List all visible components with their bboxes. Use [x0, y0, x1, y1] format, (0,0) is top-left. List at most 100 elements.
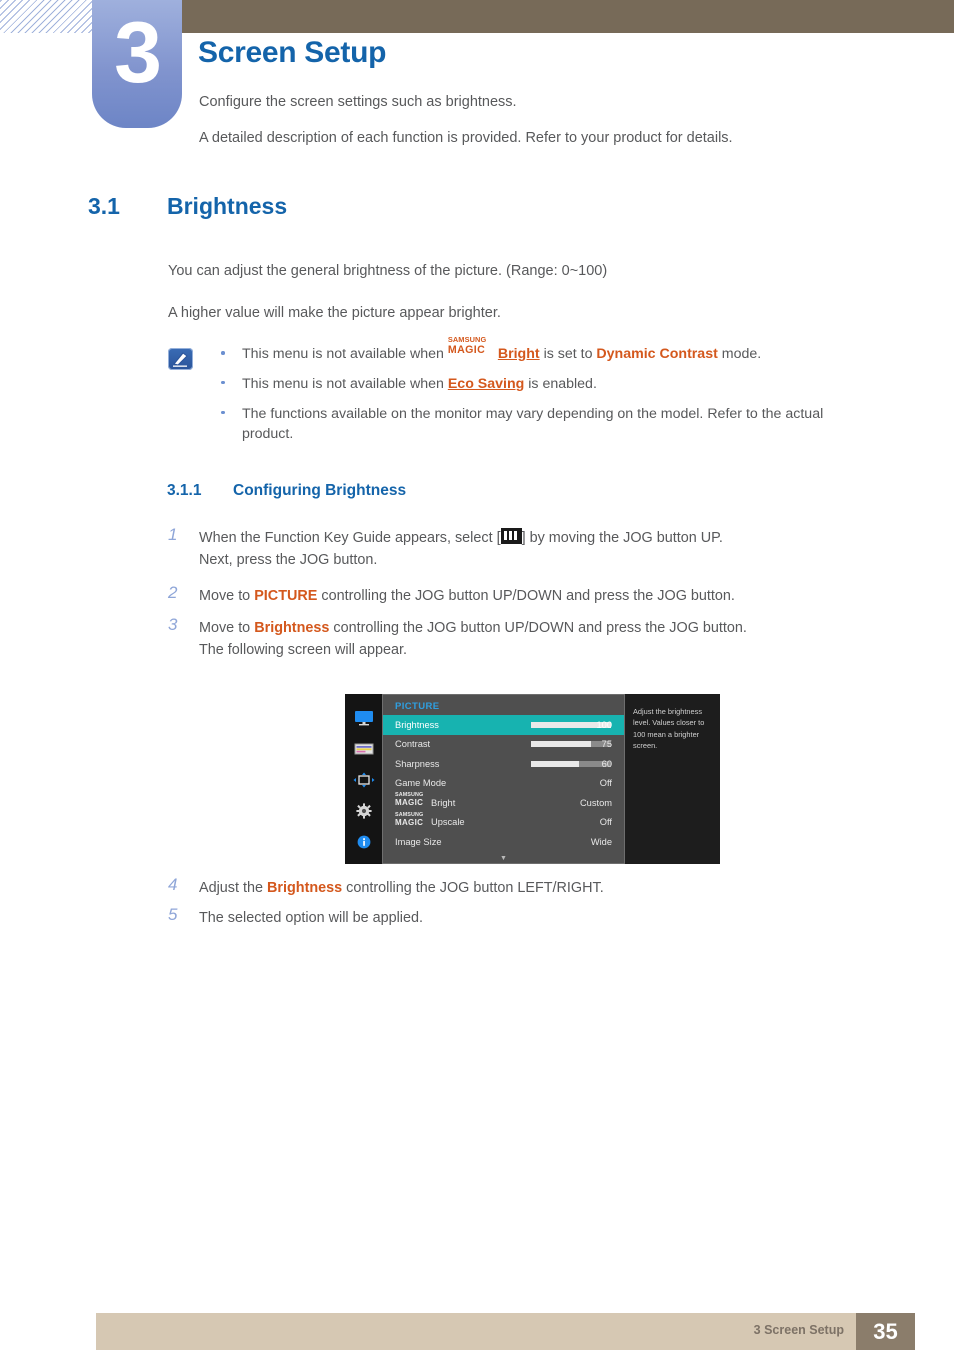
contrast-slider[interactable] — [531, 741, 611, 748]
osd-tooltip: Adjust the brightness level. Values clos… — [625, 694, 720, 864]
step-4-pre: Adjust the — [199, 880, 267, 896]
step-5-number: 5 — [168, 905, 178, 924]
osd-value: Off — [599, 778, 612, 789]
samsung-magic-logo: SAMSUNG MAGIC — [447, 335, 498, 358]
note-1-mid: is set to — [539, 346, 597, 363]
section-number: 3.1 — [88, 193, 120, 219]
footer-bar — [96, 1313, 856, 1350]
osd-label: Bright — [431, 797, 456, 808]
step-3-text: Move to Brightness controlling the JOG b… — [199, 618, 928, 662]
bullet-dot — [221, 380, 225, 385]
osd-label: Brightness — [395, 719, 439, 730]
osd-row-sharpness[interactable]: Sharpness 60 — [383, 754, 624, 774]
note-bullet-2: This menu is not available when Eco Savi… — [210, 374, 860, 395]
highlight-picture: PICTURE — [254, 588, 318, 604]
step-5: 5 The selected option will be applied. — [168, 905, 928, 930]
step-4: 4 Adjust the Brightness controlling the … — [168, 875, 928, 900]
bullet-dot — [221, 410, 225, 415]
note-pen-icon — [168, 348, 193, 370]
magic-bottom-text: MAGIC — [395, 817, 424, 827]
step-1-number: 1 — [168, 525, 178, 544]
note-bullet-1: This menu is not available when SAMSUNG M… — [210, 335, 860, 365]
step-1: 1 When the Function Key Guide appears, s… — [168, 525, 928, 572]
osd-label: Sharpness — [395, 758, 440, 769]
osd-menu-body: PICTURE Brightness 100 Contrast 75 Sharp… — [382, 694, 625, 864]
note-2-post: is enabled. — [524, 375, 597, 392]
samsung-magic-logo: SAMSUNG MAGIC — [395, 792, 431, 808]
step-1-text: When the Function Key Guide appears, sel… — [199, 528, 928, 572]
step-1-line2: Next, press the JOG button. — [199, 551, 378, 568]
step-3-line2: The following screen will appear. — [199, 641, 407, 658]
link-magicbright[interactable]: Bright — [498, 346, 540, 362]
chapter-intro-line2: A detailed description of each function … — [199, 130, 733, 146]
osd-value: 75 — [601, 739, 612, 750]
osd-row-magicupscale[interactable]: SAMSUNG MAGIC Upscale Off — [383, 812, 624, 833]
section-paragraph-1: You can adjust the general brightness of… — [168, 263, 608, 279]
osd-menu-screenshot: PICTURE Brightness 100 Contrast 75 Sharp… — [345, 694, 720, 864]
menu-bars-icon — [500, 528, 522, 544]
gear-icon[interactable] — [353, 803, 375, 819]
chapter-number: 3 — [114, 5, 162, 101]
section-paragraph-2: A higher value will make the picture app… — [168, 305, 501, 321]
magic-bottom-text: MAGIC — [395, 798, 424, 808]
screen-adjust-icon[interactable] — [353, 772, 375, 788]
osd-value: 60 — [601, 758, 612, 769]
step-5-text: The selected option will be applied. — [199, 910, 423, 926]
top-brown-band — [180, 0, 954, 33]
step-4-text: Adjust the Brightness controlling the JO… — [199, 878, 928, 900]
step-2-pre: Move to — [199, 588, 255, 604]
osd-label: Image Size — [395, 836, 442, 847]
chapter-intro-line1: Configure the screen settings such as br… — [199, 94, 517, 110]
magic-bottom-text: MAGIC — [447, 344, 486, 356]
osd-value: 100 — [596, 719, 612, 730]
step-3-post: controlling the JOG button UP/DOWN and p… — [329, 620, 747, 636]
osd-row-magicbright[interactable]: SAMSUNG MAGIC Bright Custom — [383, 792, 624, 813]
osd-row-image-size[interactable]: Image Size Wide — [383, 832, 624, 852]
step-3-number: 3 — [168, 615, 178, 634]
highlight-brightness: Brightness — [254, 620, 330, 636]
osd-row-brightness[interactable]: Brightness 100 — [383, 715, 624, 735]
step-3-pre: Move to — [199, 620, 255, 636]
highlight-dynamic-contrast: Dynamic Contrast — [596, 346, 718, 363]
footer-chapter-label: 3 Screen Setup — [753, 1323, 844, 1337]
osd-row-game-mode[interactable]: Game Mode Off — [383, 774, 624, 794]
page-number: 35 — [856, 1313, 915, 1350]
note-1-pre: This menu is not available when — [242, 346, 448, 363]
highlight-brightness: Brightness — [267, 880, 343, 896]
step-4-post: controlling the JOG button LEFT/RIGHT. — [342, 880, 604, 896]
note-2-pre: This menu is not available when — [242, 375, 448, 392]
note-bullet-list: This menu is not available when SAMSUNG M… — [210, 335, 860, 454]
subsection-title: Configuring Brightness — [233, 482, 407, 499]
note-3-text: The functions available on the monitor m… — [242, 405, 824, 443]
link-eco-saving[interactable]: Eco Saving — [448, 376, 524, 392]
osd-row-contrast[interactable]: Contrast 75 — [383, 735, 624, 755]
bullet-dot — [221, 351, 225, 355]
step-1-post: ] by moving the JOG button UP. — [521, 530, 723, 546]
osd-label: Upscale — [431, 817, 465, 828]
step-2-post: controlling the JOG button UP/DOWN and p… — [317, 588, 735, 604]
step-1-pre: When the Function Key Guide appears, sel… — [199, 530, 501, 546]
osd-label: Game Mode — [395, 778, 447, 789]
osd-value: Off — [599, 817, 612, 828]
sharpness-slider[interactable] — [531, 760, 611, 767]
subsection-number: 3.1.1 — [167, 482, 202, 499]
osd-value: Wide — [590, 836, 612, 847]
samsung-magic-logo: SAMSUNG MAGIC — [395, 812, 431, 828]
osd-menu-title: PICTURE — [395, 701, 440, 712]
osd-value: Custom — [579, 797, 612, 808]
step-2-number: 2 — [168, 583, 178, 602]
step-3: 3 Move to Brightness controlling the JOG… — [168, 615, 928, 662]
chapter-title: Screen Setup — [198, 36, 387, 69]
section-title: Brightness — [167, 193, 288, 219]
step-2: 2 Move to PICTURE controlling the JOG bu… — [168, 583, 928, 608]
picture-color-icon[interactable] — [353, 741, 375, 757]
info-icon[interactable] — [353, 834, 375, 850]
note-bullet-3: The functions available on the monitor m… — [210, 404, 860, 445]
note-1-post: mode. — [717, 346, 762, 363]
osd-label: Contrast — [395, 739, 431, 750]
step-4-number: 4 — [168, 875, 178, 894]
step-2-text: Move to PICTURE controlling the JOG butt… — [199, 586, 928, 608]
osd-icon-rail — [345, 694, 382, 864]
chevron-down-icon[interactable]: ▼ — [383, 855, 624, 862]
monitor-icon[interactable] — [353, 710, 375, 726]
